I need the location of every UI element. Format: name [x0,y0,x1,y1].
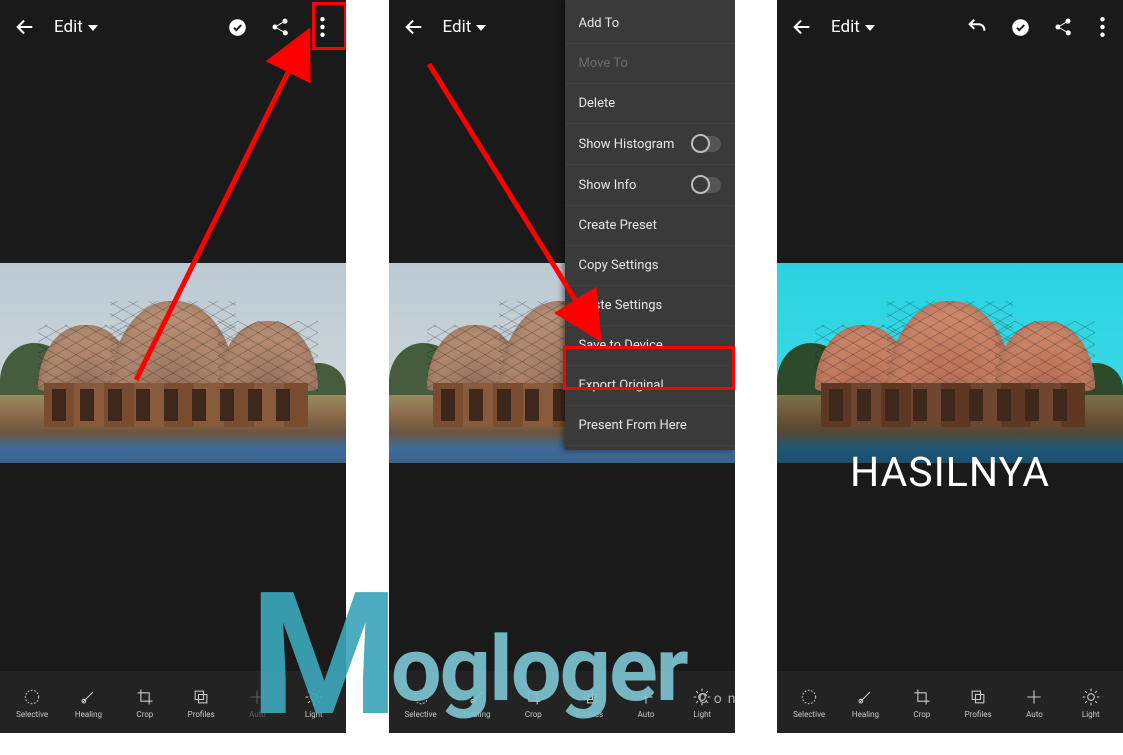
menu-present-from-here[interactable]: Present From Here [565,406,735,446]
overflow-menu: Add To Move To Delete Show Histogram Sho… [565,0,735,450]
tool-profiles[interactable]: Profiles [177,687,225,719]
menu-show-info[interactable]: Show Info [565,165,735,206]
bottom-toolbar: Selective Healing Crop Profiles Auto Lig… [777,671,1123,733]
tool-selective[interactable]: Selective [397,687,445,719]
tool-auto[interactable]: Auto [233,687,281,719]
tool-label: Light [693,710,711,719]
share-icon[interactable] [1053,17,1073,37]
tool-profiles[interactable]: Profiles [954,687,1002,719]
checkmark-circle-icon[interactable] [227,17,248,38]
edit-label-text: Edit [831,17,860,37]
menu-item-label: Show Histogram [579,137,675,152]
bottom-toolbar: Selective Healing Crop Profiles Auto Lig… [389,671,735,733]
menu-copy-settings[interactable]: Copy Settings [565,246,735,286]
tool-label: Profiles [188,710,215,719]
tool-label: Profiles [576,710,603,719]
back-icon[interactable] [14,16,36,38]
tool-label: Selective [793,710,825,719]
caret-down-icon [88,25,98,31]
edit-dropdown[interactable]: Edit [443,17,487,37]
menu-create-preset[interactable]: Create Preset [565,206,735,246]
edit-label-text: Edit [443,17,472,37]
share-icon[interactable] [270,17,290,37]
menu-export-original[interactable]: Export Original [565,366,735,406]
tool-crop[interactable]: Crop [509,687,557,719]
tool-profiles[interactable]: Profiles [566,687,614,719]
tool-healing[interactable]: Healing [64,687,112,719]
menu-move-to: Move To [565,44,735,84]
tool-label: Light [1082,710,1100,719]
caret-down-icon [476,25,486,31]
tool-auto[interactable]: Auto [622,687,670,719]
tool-crop[interactable]: Crop [121,687,169,719]
result-label: HASILNYA [777,449,1123,497]
tool-label: Crop [525,710,542,719]
tool-label: Crop [913,710,930,719]
tool-label: Profiles [965,710,992,719]
tool-crop[interactable]: Crop [898,687,946,719]
menu-item-label: Show Info [579,178,637,193]
menu-add-to[interactable]: Add To [565,4,735,44]
tool-selective[interactable]: Selective [8,687,56,719]
bottom-toolbar: Selective Healing Crop Profiles Auto Lig… [0,671,346,733]
menu-item-label: Export Original [579,378,664,393]
menu-item-label: Delete [579,96,616,111]
tool-healing[interactable]: Healing [841,687,889,719]
tool-selective[interactable]: Selective [785,687,833,719]
more-icon[interactable] [312,17,332,37]
tool-light[interactable]: Light [678,687,726,719]
image-canvas[interactable] [777,54,1123,671]
caret-down-icon [865,25,875,31]
checkmark-circle-icon[interactable] [1010,17,1031,38]
edit-dropdown[interactable]: Edit [54,17,98,37]
tool-label: Auto [1026,710,1043,719]
menu-item-label: Paste Settings [579,298,663,313]
photo [0,263,346,463]
menu-item-label: Add To [579,16,620,31]
tool-label: Selective [405,710,437,719]
back-icon[interactable] [791,16,813,38]
photo [777,263,1123,463]
topbar: Edit [0,0,346,54]
tool-label: Selective [16,710,48,719]
menu-save-to-device[interactable]: Save to Device [565,326,735,366]
screen-1: Edit Selective Healin [0,0,346,733]
toggle-info[interactable] [691,177,721,193]
tool-healing[interactable]: Healing [453,687,501,719]
tool-label: Light [305,710,323,719]
tool-label: Healing [75,710,102,719]
tool-light[interactable]: Light [1067,687,1115,719]
tool-label: Auto [249,710,266,719]
menu-item-label: Present From Here [579,418,687,433]
menu-paste-settings[interactable]: Paste Settings [565,286,735,326]
menu-delete[interactable]: Delete [565,84,735,124]
menu-item-label: Move To [579,56,628,71]
image-canvas[interactable] [0,54,346,671]
back-icon[interactable] [403,16,425,38]
edit-label-text: Edit [54,17,83,37]
tool-label: Healing [852,710,879,719]
tool-label: Auto [638,710,655,719]
screen-3: Edit HA [777,0,1123,733]
topbar: Edit [777,0,1123,54]
screen-2: Edit Selective Healing Crop Profiles Aut… [389,0,735,733]
tool-light[interactable]: Light [290,687,338,719]
menu-item-label: Save to Device [579,338,663,353]
edit-dropdown[interactable]: Edit [831,17,875,37]
more-icon[interactable] [1095,17,1109,37]
menu-item-label: Create Preset [579,218,657,233]
tool-label: Crop [136,710,153,719]
toggle-histogram[interactable] [691,136,721,152]
tool-label: Healing [463,710,490,719]
tool-auto[interactable]: Auto [1010,687,1058,719]
menu-show-histogram[interactable]: Show Histogram [565,124,735,165]
menu-item-label: Copy Settings [579,258,659,273]
undo-icon[interactable] [966,16,988,38]
